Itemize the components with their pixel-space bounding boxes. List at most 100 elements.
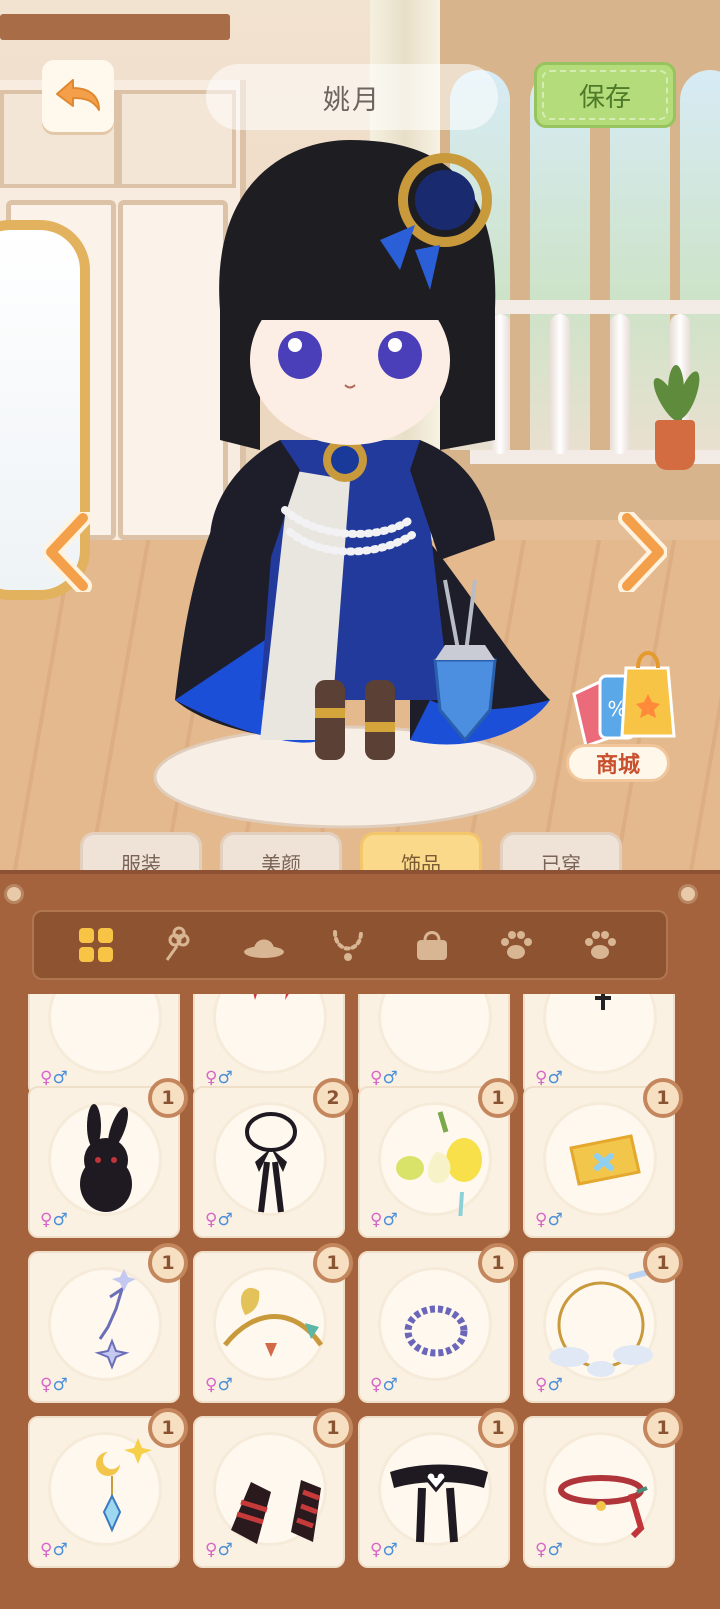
gender-icons: ♀♂ (535, 1540, 563, 1560)
male-icon: ♂ (52, 1375, 68, 1395)
female-icon: ♀ (40, 1068, 53, 1088)
item-count-badge: 1 (148, 1078, 188, 1118)
pink-blush-icon (380, 994, 492, 1074)
item-count-badge: 1 (478, 1243, 518, 1283)
item-card-black-ribbon-choker[interactable]: ♀♂ 2 (193, 1078, 353, 1238)
back-button[interactable] (42, 60, 114, 132)
female-icon: ♀ (370, 1210, 383, 1230)
gender-icons: ♀♂ (535, 1375, 563, 1395)
female-icon: ♀ (535, 1375, 548, 1395)
gender-icons: ♀♂ (40, 1210, 68, 1230)
item-card-purple-chain-bracelet[interactable]: ♀♂ 1 (358, 1243, 518, 1403)
black-ribbon-choker-icon (245, 1112, 297, 1213)
female-icon: ♀ (205, 1540, 218, 1560)
striped-leg-warmers-icon (231, 1480, 321, 1544)
category-bag[interactable] (410, 923, 454, 967)
chevron-left-icon (43, 512, 92, 592)
female-icon: ♀ (40, 1210, 53, 1230)
item-card-striped-leg-warmers[interactable]: ♀♂ 1 (193, 1408, 353, 1568)
cloud-halo-icon (549, 1268, 654, 1377)
male-icon: ♂ (547, 1375, 563, 1395)
red-choker-icon (558, 1475, 648, 1539)
gender-icons: ♀♂ (370, 1540, 398, 1560)
female-icon: ♀ (370, 1068, 383, 1088)
hat-icon (244, 939, 284, 958)
male-icon: ♂ (547, 1210, 563, 1230)
back-arrow-icon (56, 79, 100, 111)
item-card-heart-belt[interactable]: ♀♂ 1 (358, 1408, 518, 1568)
gender-icons: ♀♂ (205, 1540, 233, 1560)
chevron-right-icon (618, 512, 667, 592)
moon-earring-icon (96, 1438, 152, 1533)
female-icon: ♀ (370, 1540, 383, 1560)
female-icon: ♀ (370, 1375, 383, 1395)
male-icon: ♂ (547, 1068, 563, 1088)
potted-plant (655, 420, 695, 470)
category-hat[interactable] (242, 923, 286, 967)
gender-icons: ♀♂ (205, 1375, 233, 1395)
item-count-badge: 1 (148, 1408, 188, 1448)
item-count-badge: 1 (643, 1078, 683, 1118)
female-icon: ♀ (205, 1210, 218, 1230)
shop-button[interactable]: % 商城 (560, 638, 680, 788)
female-icon: ♀ (40, 1540, 53, 1560)
gender-icons: ♀♂ (370, 1210, 398, 1230)
male-icon: ♂ (217, 1068, 233, 1088)
category-necklace[interactable] (326, 923, 370, 967)
male-icon: ♂ (547, 1540, 563, 1560)
male-icon: ♂ (217, 1210, 233, 1230)
male-icon: ♂ (52, 1540, 68, 1560)
male-icon: ♂ (52, 1210, 68, 1230)
category-hairpin[interactable] (158, 923, 202, 967)
item-card-cloud-halo[interactable]: ♀♂ 1 (523, 1243, 683, 1403)
black-bunny-plush-icon (80, 1104, 132, 1212)
gold-ticket-pin-icon (569, 1134, 641, 1186)
gender-icons: ♀♂ (205, 1068, 233, 1088)
character-name[interactable]: 姚月 (206, 64, 498, 130)
item-card-gold-ticket-pin[interactable]: ♀♂ 1 (523, 1078, 683, 1238)
leaf-tiara-icon (223, 1287, 324, 1357)
save-button[interactable]: 保存 (534, 62, 676, 128)
item-count-badge: 2 (313, 1078, 353, 1118)
category-all[interactable] (74, 923, 118, 967)
category-pet[interactable] (494, 923, 538, 967)
gender-icons: ♀♂ (40, 1540, 68, 1560)
necklace-icon (333, 930, 363, 961)
male-icon: ♂ (217, 1375, 233, 1395)
gender-icons: ♀♂ (370, 1375, 398, 1395)
character-avatar[interactable] (150, 140, 570, 840)
gender-icons: ♀♂ (40, 1375, 68, 1395)
gender-icons: ♀♂ (370, 1068, 398, 1088)
item-count-badge: 1 (478, 1408, 518, 1448)
item-count-badge: 1 (478, 1078, 518, 1118)
item-card-leaf-tiara[interactable]: ♀♂ 1 (193, 1243, 353, 1403)
wall-shelf (0, 14, 230, 40)
female-icon: ♀ (535, 1540, 548, 1560)
gold-rings-icon (50, 994, 162, 1074)
male-icon: ♂ (382, 1210, 398, 1230)
item-count-badge: 1 (148, 1243, 188, 1283)
item-card-lemon-corsage[interactable]: ♀♂ 1 (358, 1078, 518, 1238)
save-button-label: 保存 (578, 82, 631, 113)
shopping-bags-icon: % (572, 651, 676, 748)
female-icon: ♀ (205, 1375, 218, 1395)
gender-icons: ♀♂ (535, 1210, 563, 1230)
item-card-star-earring[interactable]: ♀♂ 1 (28, 1243, 188, 1403)
category-pet-2[interactable] (578, 923, 622, 967)
male-icon: ♂ (382, 1375, 398, 1395)
paw-icon (501, 931, 532, 959)
item-card-red-choker[interactable]: ♀♂ 1 (523, 1408, 683, 1568)
wardrobe-panel: ♀♂ ♀♂ ♀♂ ♀♂ ♀♂ 1 ♀♂ 2 ♀♂ 1 ♀♂ 1 ♀♂ 1 ♀♂ 1 ♀♂ 1 ♀♂ 1 ♀♂ 1 ♀♂ 1 ♀♂… (0, 870, 720, 1609)
male-icon: ♂ (382, 1540, 398, 1560)
item-count-badge: 1 (643, 1408, 683, 1448)
category-bar (32, 910, 668, 980)
item-card-moon-earring[interactable]: ♀♂ 1 (28, 1408, 188, 1568)
item-card-black-bunny-plush[interactable]: ♀♂ 1 (28, 1078, 188, 1238)
next-arrow-button[interactable] (612, 512, 672, 592)
female-icon: ♀ (535, 1210, 548, 1230)
gender-icons: ♀♂ (40, 1068, 68, 1088)
male-icon: ♂ (52, 1068, 68, 1088)
previous-arrow-button[interactable] (38, 512, 98, 592)
item-count-badge: 1 (643, 1243, 683, 1283)
item-grid: ♀♂ ♀♂ ♀♂ ♀♂ ♀♂ 1 ♀♂ 2 ♀♂ 1 ♀♂ 1 ♀♂ 1 ♀♂ 1 ♀♂ 1 ♀♂ 1 ♀♂ 1 ♀♂ 1 ♀♂… (28, 994, 692, 1609)
